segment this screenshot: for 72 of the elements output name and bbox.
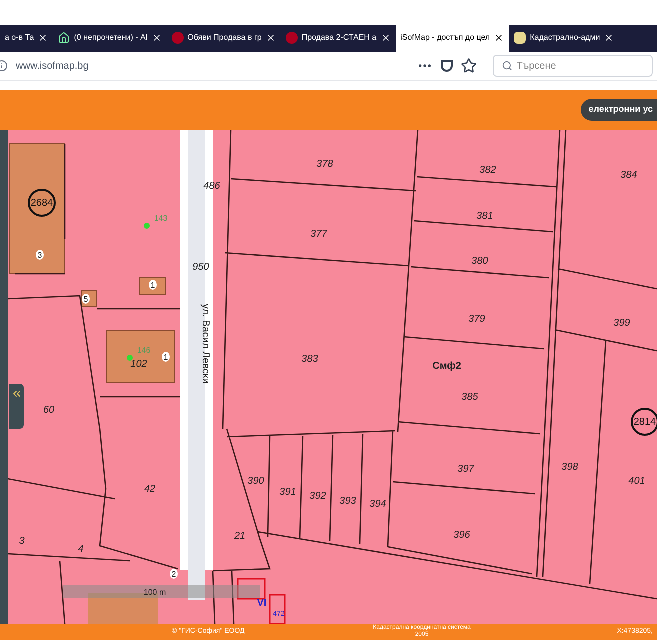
parcel-number: 42 (144, 484, 156, 496)
tab-title: а о-в Та (5, 32, 34, 44)
browser-tab[interactable]: Продава 2-СТАЕН а (280, 24, 396, 52)
parcel-number: 381 (476, 211, 494, 222)
map-code-label: VI (257, 598, 267, 610)
parcel-number: 3 (19, 536, 25, 548)
street-name: ул. Васил Левски (200, 304, 211, 384)
close-icon[interactable] (38, 33, 48, 44)
parcel-number: 399 (614, 318, 630, 330)
search-field[interactable]: Търсене (493, 55, 653, 78)
house-icon (58, 32, 70, 44)
round-icon (286, 32, 298, 44)
parcel-number: 384 (620, 170, 638, 182)
tab-title: Кадастрално-адми (530, 32, 600, 44)
parcel-number: 393 (340, 496, 356, 508)
layers-toggle[interactable] (9, 384, 24, 430)
building-number: 5 (82, 294, 90, 304)
parcel-number: 390 (248, 476, 264, 488)
parcel-number: 21 (234, 531, 246, 542)
parcel-number: 102 (130, 359, 148, 370)
parcel-number: 401 (628, 476, 646, 488)
browser-tab[interactable]: а о-в Та (0, 24, 54, 52)
parcel-number: 4 (78, 544, 84, 556)
url-text[interactable]: www.isofmap.bg (16, 58, 409, 74)
browser-tab[interactable]: (0 непрочетени) - Al (53, 24, 167, 52)
circled-parcel-number: 2814 (631, 408, 657, 436)
parcel-number: 392 (310, 491, 326, 502)
scale-bar: 100 m (63, 585, 260, 598)
parcel-number: 382 (480, 165, 496, 176)
pocket-icon[interactable] (441, 60, 453, 72)
tab-title: Продава 2-СТАЕН а (302, 32, 377, 44)
circled-parcel-number: 2684 (28, 189, 56, 218)
parcel-number: 950 (192, 262, 210, 274)
search-input[interactable]: Търсене (516, 58, 644, 74)
browser-tab[interactable]: iSofMap - достъп до цел (396, 24, 510, 52)
building-number: 1 (162, 352, 170, 362)
close-icon[interactable] (494, 33, 504, 44)
parcel-number: 378 (316, 159, 334, 170)
building-drawing (106, 330, 176, 384)
parcel-number: 377 (310, 229, 328, 240)
parcel-number: 396 (454, 530, 470, 542)
star-icon[interactable] (461, 58, 477, 74)
browser-tab[interactable]: Обяви Продава в гр (166, 24, 281, 52)
parcel-number: 394 (370, 499, 386, 510)
map-code-label: Смф2 (432, 361, 462, 372)
parcel-number: 379 (468, 314, 486, 326)
parcel-number: 380 (472, 256, 488, 268)
parcel-number: 60 (43, 405, 55, 416)
parcel-number: 391 (280, 487, 296, 498)
building-number: 3 (36, 250, 44, 260)
search-icon (502, 60, 513, 72)
tab-title: Обяви Продава в гр (188, 32, 262, 44)
parcel-number: 398 (562, 462, 578, 474)
document-icon (514, 32, 526, 44)
e-services-button[interactable]: електронни ус (580, 99, 657, 121)
close-icon[interactable] (604, 33, 614, 44)
tab-title: (0 непрочетени) - Al (74, 32, 148, 44)
round-icon (172, 32, 184, 44)
browser-tab[interactable]: Кадастрално-адми (509, 24, 620, 52)
close-icon[interactable] (380, 33, 391, 44)
parcel-number: 486 (204, 181, 220, 192)
point-label: 146 (127, 346, 151, 362)
close-icon[interactable] (266, 33, 276, 44)
parcel-number: 383 (302, 354, 318, 366)
parcel-number: 385 (462, 392, 478, 404)
building-number: 2 (170, 569, 178, 580)
parcel-number: 397 (458, 464, 474, 476)
point-label: 143 (144, 214, 168, 230)
building-outline-drawing (237, 578, 286, 624)
building-number: 1 (149, 280, 157, 290)
close-icon[interactable] (152, 33, 162, 44)
tab-title: iSofMap - достъп до цел (400, 32, 490, 44)
